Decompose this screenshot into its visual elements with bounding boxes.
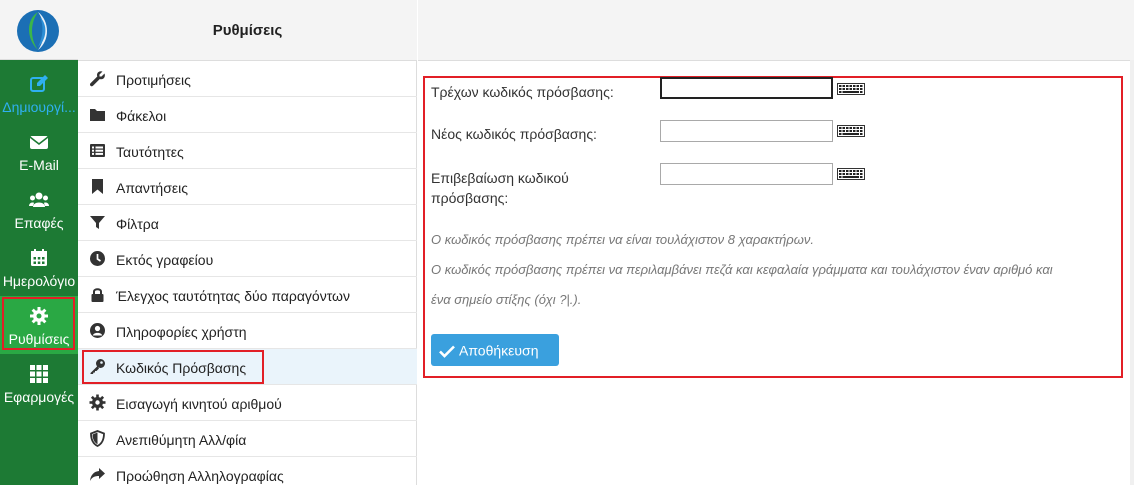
shield-icon [90,430,105,447]
settings-item-label: Ταυτότητες [116,144,184,160]
confirm-password-label-line1: Επιβεβαίωση κωδικού [431,170,569,186]
settings-item-mobile-number[interactable]: Εισαγωγή κινητού αριθμού [78,385,417,421]
rail-item-label: Επαφές [14,215,64,231]
settings-item-label: Φάκελοι [116,108,167,124]
check-icon [439,345,455,358]
user-circle-icon [90,323,105,338]
current-password-input[interactable] [660,77,833,99]
rail-item-label: Ρυθμίσεις [8,331,70,347]
settings-item-label: Κωδικός Πρόσβασης [116,360,247,376]
clock-icon [90,251,105,266]
settings-item-label: Φίλτρα [116,216,159,232]
content-header [418,0,1134,61]
logo-icon [17,10,59,52]
settings-item-label: Πληροφορίες χρήστη [116,324,247,340]
settings-item-forwarding[interactable]: Προώθηση Αλληλογραφίας [78,457,417,485]
rail-item-email[interactable]: E-Mail [0,122,78,180]
settings-item-responses[interactable]: Απαντήσεις [78,169,417,205]
settings-item-two-factor[interactable]: Έλεγχος ταυτότητας δύο παραγόντων [78,277,417,313]
settings-item-identities[interactable]: Ταυτότητες [78,133,417,169]
calendar-icon [31,249,47,266]
keyboard-icon[interactable] [837,125,865,137]
save-button[interactable]: Αποθήκευση [431,334,559,366]
current-password-label: Τρέχων κωδικός πρόσβασης: [431,84,614,100]
gear-icon [30,307,48,325]
envelope-icon [29,136,49,149]
settings-item-folders[interactable]: Φάκελοι [78,97,417,133]
settings-item-label: Εκτός γραφείου [116,252,214,268]
id-list-icon [90,144,105,157]
users-icon [29,192,49,207]
new-password-label: Νέος κωδικός πρόσβασης: [431,126,597,142]
logo-area [0,0,78,60]
rail-item-contacts[interactable]: Επαφές [0,180,78,238]
password-complexity-note-line2: ένα σημείο στίξης (όχι ?|.). [431,292,582,307]
folder-icon [90,109,105,121]
settings-item-label: Έλεγχος ταυτότητας δύο παραγόντων [116,288,350,304]
settings-item-out-of-office[interactable]: Εκτός γραφείου [78,241,417,277]
rail-item-label: Δημιουργί... [2,99,76,115]
key-icon [90,359,105,374]
settings-item-label: Προτιμήσεις [116,72,191,88]
lock-icon [91,288,104,302]
filter-icon [90,216,105,229]
settings-header: Ρυθμίσεις [78,0,417,61]
save-button-label: Αποθήκευση [459,342,539,359]
settings-item-filters[interactable]: Φίλτρα [78,205,417,241]
rail-item-settings[interactable]: Ρυθμίσεις [0,296,78,354]
app-window: Δημιουργί... E-Mail Επαφές Ημερολόγιο Ρυ… [0,0,1134,485]
main-nav-rail: Δημιουργί... E-Mail Επαφές Ημερολόγιο Ρυ… [0,0,78,485]
edit-icon [30,75,48,92]
settings-item-label: Απαντήσεις [116,180,188,196]
settings-item-password[interactable]: Κωδικός Πρόσβασης [78,349,417,385]
cog-icon [89,394,106,411]
settings-item-spam[interactable]: Ανεπιθύμητη Αλλ/φία [78,421,417,457]
settings-title: Ρυθμίσεις [212,22,283,39]
bookmark-icon [92,179,103,194]
rail-item-apps[interactable]: Εφαρμογές [0,354,78,412]
password-length-note: Ο κωδικός πρόσβασης πρέπει να είναι τουλ… [431,232,814,247]
settings-item-preferences[interactable]: Προτιμήσεις [78,61,417,97]
rail-item-label: E-Mail [19,157,59,173]
rail-item-label: Ημερολόγιο [2,273,76,289]
grid-icon [30,365,48,383]
new-password-input[interactable] [660,120,833,142]
password-complexity-note-line1: Ο κωδικός πρόσβασης πρέπει να περιλαμβάν… [431,262,1053,277]
rail-item-label: Εφαρμογές [3,389,75,405]
settings-menu: Ρυθμίσεις Προτιμήσεις Φάκελοι Ταυτότητες… [78,0,417,485]
confirm-password-input[interactable] [660,163,833,185]
rail-item-calendar[interactable]: Ημερολόγιο [0,238,78,296]
keyboard-icon[interactable] [837,168,865,180]
settings-item-user-info[interactable]: Πληροφορίες χρήστη [78,313,417,349]
rail-item-compose[interactable]: Δημιουργί... [0,64,78,122]
scrollbar-track[interactable] [1130,60,1134,485]
settings-item-label: Ανεπιθύμητη Αλλ/φία [116,432,247,448]
settings-item-label: Προώθηση Αλληλογραφίας [116,468,284,484]
keyboard-icon[interactable] [837,83,865,95]
wrench-icon [89,71,105,87]
confirm-password-label-line2: πρόσβασης: [431,190,509,206]
share-arrow-icon [90,468,105,481]
settings-item-label: Εισαγωγή κινητού αριθμού [116,396,282,412]
